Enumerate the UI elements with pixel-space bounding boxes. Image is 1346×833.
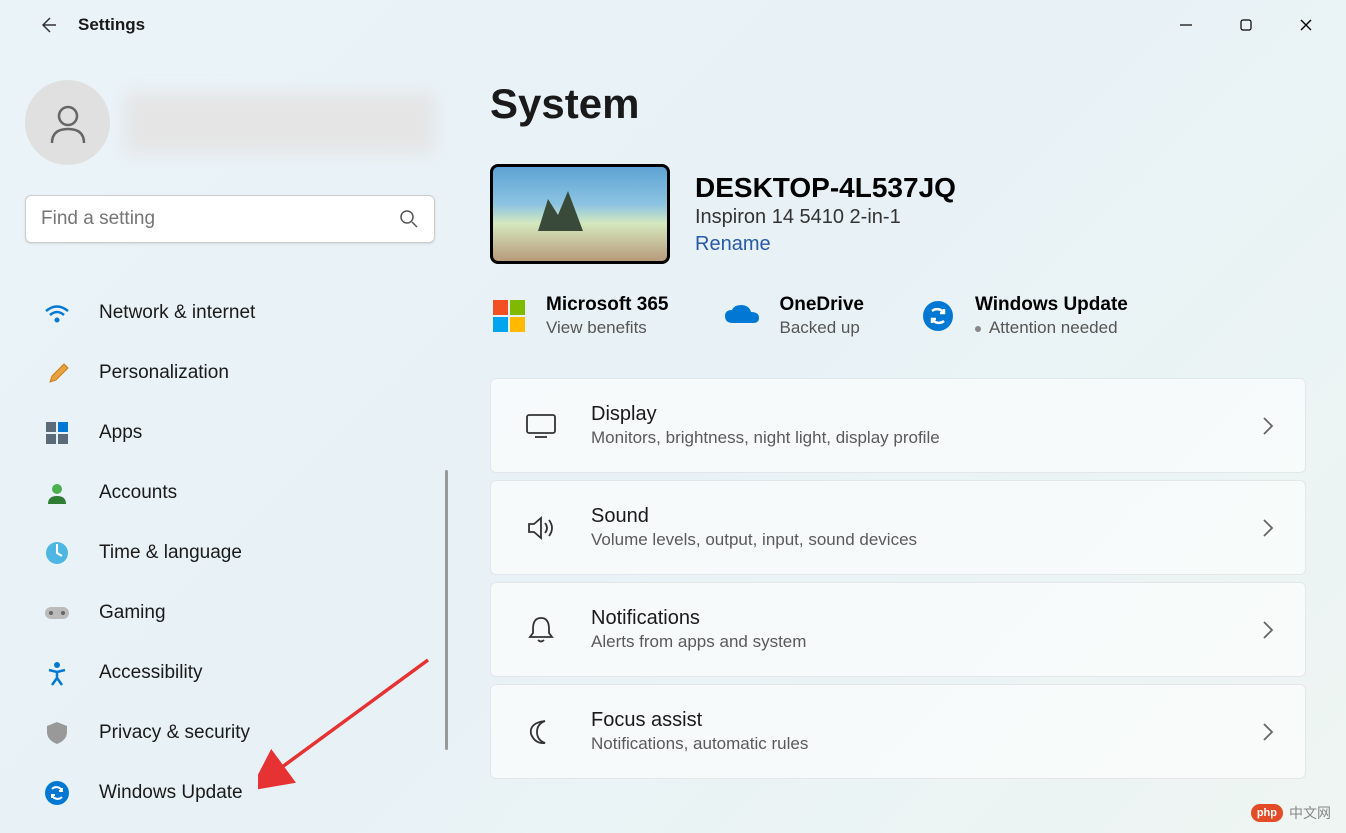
chevron-right-icon xyxy=(1261,721,1275,743)
clock-globe-icon xyxy=(43,539,71,567)
bell-icon xyxy=(521,615,561,645)
person-icon xyxy=(44,99,92,147)
nav-label: Time & language xyxy=(99,542,242,564)
apps-icon xyxy=(43,419,71,447)
sidebar-item-apps[interactable]: Apps xyxy=(25,403,445,463)
monitor-icon xyxy=(521,413,561,439)
desktop-wallpaper-thumbnail xyxy=(490,164,670,264)
watermark: php 中文网 xyxy=(1251,803,1331,823)
sidebar-item-network[interactable]: Network & internet xyxy=(25,283,445,343)
gamepad-icon xyxy=(43,599,71,627)
close-icon xyxy=(1299,18,1313,32)
main-content: System DESKTOP-4L537JQ Inspiron 14 5410 … xyxy=(460,50,1346,833)
status-title: Microsoft 365 xyxy=(546,294,668,316)
watermark-logo: php xyxy=(1251,804,1283,822)
sidebar-item-windows-update[interactable]: Windows Update xyxy=(25,763,445,823)
status-row: Microsoft 365 View benefits OneDrive Bac… xyxy=(490,294,1306,338)
sync-icon xyxy=(43,779,71,807)
nav-list: Network & internet Personalization Apps … xyxy=(25,283,445,833)
setting-card-notifications[interactable]: Notifications Alerts from apps and syste… xyxy=(490,582,1306,677)
paintbrush-icon xyxy=(43,359,71,387)
status-title: OneDrive xyxy=(779,294,863,316)
sync-icon xyxy=(919,297,957,335)
sidebar-item-gaming[interactable]: Gaming xyxy=(25,583,445,643)
sidebar-item-personalization[interactable]: Personalization xyxy=(25,343,445,403)
page-title: System xyxy=(490,80,1306,128)
card-desc: Volume levels, output, input, sound devi… xyxy=(591,530,1231,550)
card-title: Sound xyxy=(591,505,1231,528)
status-microsoft-365[interactable]: Microsoft 365 View benefits xyxy=(490,294,668,338)
sidebar-item-accounts[interactable]: Accounts xyxy=(25,463,445,523)
microsoft-logo-icon xyxy=(490,297,528,335)
rename-link[interactable]: Rename xyxy=(695,233,771,256)
status-title: Windows Update xyxy=(975,294,1128,316)
person-icon xyxy=(43,479,71,507)
card-desc: Alerts from apps and system xyxy=(591,632,1231,652)
back-button[interactable] xyxy=(28,5,68,45)
avatar xyxy=(25,80,110,165)
moon-icon xyxy=(521,718,561,746)
shield-icon xyxy=(43,719,71,747)
nav-label: Personalization xyxy=(99,362,229,384)
minimize-icon xyxy=(1179,18,1193,32)
titlebar: Settings xyxy=(0,0,1346,50)
nav-label: Gaming xyxy=(99,602,166,624)
nav-label: Windows Update xyxy=(99,782,243,804)
arrow-left-icon xyxy=(38,15,58,35)
sidebar-item-accessibility[interactable]: Accessibility xyxy=(25,643,445,703)
maximize-button[interactable] xyxy=(1216,5,1276,45)
watermark-text: 中文网 xyxy=(1289,803,1331,823)
card-desc: Monitors, brightness, night light, displ… xyxy=(591,428,1231,448)
nav-label: Network & internet xyxy=(99,302,255,324)
minimize-button[interactable] xyxy=(1156,5,1216,45)
sidebar-item-privacy[interactable]: Privacy & security xyxy=(25,703,445,763)
user-profile[interactable] xyxy=(25,80,435,165)
status-onedrive[interactable]: OneDrive Backed up xyxy=(723,294,863,338)
setting-card-display[interactable]: Display Monitors, brightness, night ligh… xyxy=(490,378,1306,473)
status-windows-update[interactable]: Windows Update Attention needed xyxy=(919,294,1128,338)
accessibility-icon xyxy=(43,659,71,687)
search-input[interactable] xyxy=(41,208,399,230)
nav-label: Accounts xyxy=(99,482,177,504)
chevron-right-icon xyxy=(1261,619,1275,641)
setting-card-focus-assist[interactable]: Focus assist Notifications, automatic ru… xyxy=(490,684,1306,779)
wifi-icon xyxy=(43,299,71,327)
card-title: Display xyxy=(591,403,1231,426)
scrollbar[interactable] xyxy=(445,470,448,750)
speaker-icon xyxy=(521,514,561,542)
profile-info-redacted xyxy=(125,93,435,153)
search-box[interactable] xyxy=(25,195,435,243)
device-model: Inspiron 14 5410 2-in-1 xyxy=(695,206,956,229)
search-icon xyxy=(399,209,419,229)
cloud-icon xyxy=(723,297,761,335)
device-info-row: DESKTOP-4L537JQ Inspiron 14 5410 2-in-1 … xyxy=(490,164,1306,264)
status-subtitle: Backed up xyxy=(779,318,863,338)
nav-label: Apps xyxy=(99,422,142,444)
device-name: DESKTOP-4L537JQ xyxy=(695,172,956,204)
chevron-right-icon xyxy=(1261,415,1275,437)
status-subtitle: Attention needed xyxy=(975,318,1128,338)
nav-label: Accessibility xyxy=(99,662,202,684)
sidebar: Network & internet Personalization Apps … xyxy=(0,50,460,833)
card-title: Notifications xyxy=(591,607,1231,630)
sidebar-item-time-language[interactable]: Time & language xyxy=(25,523,445,583)
status-subtitle: View benefits xyxy=(546,318,668,338)
maximize-icon xyxy=(1239,18,1253,32)
window-controls xyxy=(1156,5,1336,45)
card-title: Focus assist xyxy=(591,709,1231,732)
card-desc: Notifications, automatic rules xyxy=(591,734,1231,754)
nav-label: Privacy & security xyxy=(99,722,250,744)
app-title: Settings xyxy=(78,15,145,35)
chevron-right-icon xyxy=(1261,517,1275,539)
close-button[interactable] xyxy=(1276,5,1336,45)
setting-card-sound[interactable]: Sound Volume levels, output, input, soun… xyxy=(490,480,1306,575)
